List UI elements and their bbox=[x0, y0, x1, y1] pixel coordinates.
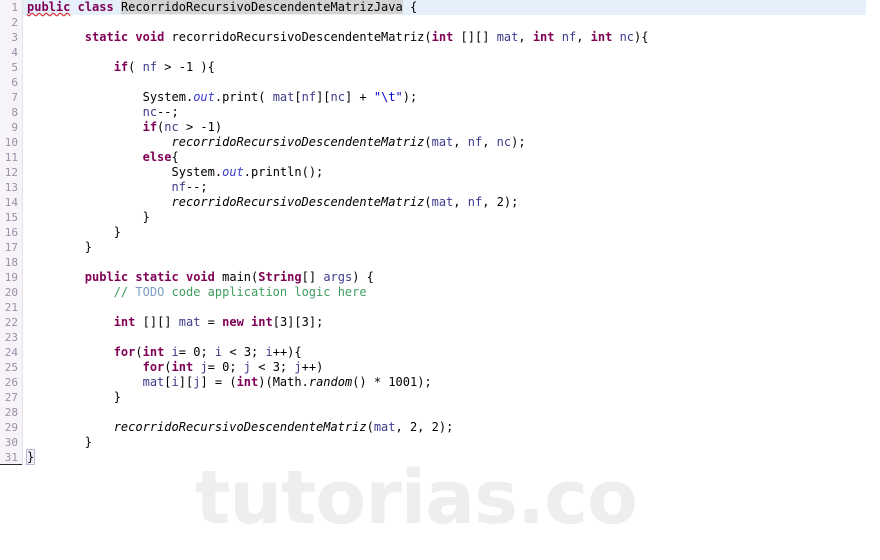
code-content[interactable]: public class RecorridoRecursivoDescenden… bbox=[23, 0, 866, 465]
code-line[interactable]: public static void main(String[] args) { bbox=[23, 270, 866, 285]
code-line[interactable]: static void recorridoRecursivoDescendent… bbox=[23, 30, 866, 45]
code-line[interactable]: System.out.print( mat[nf][nc] + "\t"); bbox=[23, 90, 866, 105]
line-number[interactable]: 23 bbox=[0, 330, 22, 345]
code-line[interactable]: } bbox=[23, 390, 866, 405]
code-line[interactable]: recorridoRecursivoDescendenteMatriz(mat,… bbox=[23, 420, 866, 435]
line-number[interactable]: 29 bbox=[0, 420, 22, 435]
line-number[interactable]: 2 bbox=[0, 15, 22, 30]
line-number[interactable]: 8 bbox=[0, 105, 22, 120]
code-line[interactable]: mat[i][j] = (int)(Math.random() * 1001); bbox=[23, 375, 866, 390]
line-number[interactable]: 13 bbox=[0, 180, 22, 195]
code-line[interactable]: } bbox=[23, 449, 866, 465]
line-number[interactable]: 20 bbox=[0, 285, 22, 300]
code-editor[interactable]: tutorias.co 1 2 3 4 5 6 7 8 9 10 11 12 13 14 15 16 17 18 1… bbox=[0, 0, 880, 560]
line-number[interactable]: 10 bbox=[0, 135, 22, 150]
line-number[interactable]: 16 bbox=[0, 225, 22, 240]
code-line[interactable] bbox=[23, 255, 866, 270]
code-line[interactable]: } bbox=[23, 210, 866, 225]
line-number[interactable]: 3 bbox=[0, 30, 22, 45]
line-number[interactable]: 25 bbox=[0, 360, 22, 375]
line-number[interactable]: 7 bbox=[0, 90, 22, 105]
line-number[interactable]: 27 bbox=[0, 390, 22, 405]
line-number[interactable]: 9 bbox=[0, 120, 22, 135]
line-number[interactable]: 1 bbox=[0, 0, 22, 15]
code-line[interactable]: } bbox=[23, 225, 866, 240]
code-line[interactable]: } bbox=[23, 240, 866, 255]
line-number[interactable]: 5 bbox=[0, 60, 22, 75]
code-line[interactable]: nc--; bbox=[23, 105, 866, 120]
code-line[interactable]: public class RecorridoRecursivoDescenden… bbox=[23, 0, 866, 15]
line-number[interactable]: 21 bbox=[0, 300, 22, 315]
code-line[interactable]: System.out.println(); bbox=[23, 165, 866, 180]
code-line[interactable]: } bbox=[23, 435, 866, 450]
code-line[interactable]: nf--; bbox=[23, 180, 866, 195]
line-number[interactable]: 19 bbox=[0, 270, 22, 285]
line-number-gutter[interactable]: 1 2 3 4 5 6 7 8 9 10 11 12 13 14 15 16 17 18 19 20 21 22 23 24 2… bbox=[0, 0, 23, 465]
line-number[interactable]: 4 bbox=[0, 45, 22, 60]
code-line[interactable]: for(int i= 0; i < 3; i++){ bbox=[23, 345, 866, 360]
code-line[interactable] bbox=[23, 75, 866, 90]
code-line[interactable]: for(int j= 0; j < 3; j++) bbox=[23, 360, 866, 375]
code-line[interactable] bbox=[23, 330, 866, 345]
line-number[interactable]: 15 bbox=[0, 210, 22, 225]
line-number[interactable]: 12 bbox=[0, 165, 22, 180]
line-number[interactable]: 18 bbox=[0, 255, 22, 270]
watermark-tutorias: tutorias.co bbox=[195, 455, 638, 541]
code-line[interactable] bbox=[23, 405, 866, 420]
line-number[interactable]: 30 bbox=[0, 435, 22, 450]
line-number[interactable]: 17 bbox=[0, 240, 22, 255]
code-line[interactable]: recorridoRecursivoDescendenteMatriz(mat,… bbox=[23, 135, 866, 150]
code-line[interactable] bbox=[23, 15, 866, 30]
code-line[interactable] bbox=[23, 45, 866, 60]
line-number[interactable]: 31 bbox=[0, 450, 22, 465]
code-line[interactable]: if(nc > -1) bbox=[23, 120, 866, 135]
line-number[interactable]: 14 bbox=[0, 195, 22, 210]
code-line[interactable]: int [][] mat = new int[3][3]; bbox=[23, 315, 866, 330]
code-line[interactable]: else{ bbox=[23, 150, 866, 165]
line-number[interactable]: 28 bbox=[0, 405, 22, 420]
line-number[interactable]: 24 bbox=[0, 345, 22, 360]
code-line[interactable]: // TODO code application logic here bbox=[23, 285, 866, 300]
code-line[interactable]: recorridoRecursivoDescendenteMatriz(mat,… bbox=[23, 195, 866, 210]
code-line[interactable]: if( nf > -1 ){ bbox=[23, 60, 866, 75]
code-line[interactable] bbox=[23, 300, 866, 315]
line-number[interactable]: 26 bbox=[0, 375, 22, 390]
line-number[interactable]: 6 bbox=[0, 75, 22, 90]
line-number[interactable]: 22 bbox=[0, 315, 22, 330]
line-number[interactable]: 11 bbox=[0, 150, 22, 165]
